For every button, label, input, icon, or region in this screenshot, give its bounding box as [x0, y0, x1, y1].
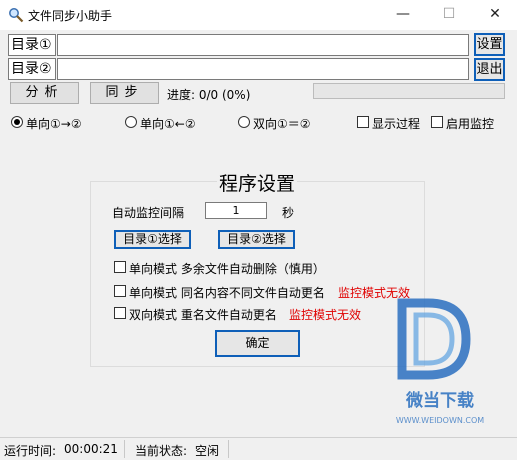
progress-text: 进度: 0/0 (0%): [167, 88, 251, 102]
option-warning-3: 监控模式无效: [289, 308, 362, 322]
interval-unit: 秒: [282, 206, 295, 220]
option-checkbox-3[interactable]: [114, 307, 126, 319]
minimize-button[interactable]: —: [381, 0, 425, 30]
minimize-icon: —: [396, 6, 410, 22]
mode-radio-1[interactable]: [11, 116, 23, 128]
state-label: 当前状态:: [135, 444, 188, 458]
analyze-button[interactable]: 分析: [10, 82, 79, 104]
state-value: 空闲: [195, 444, 220, 458]
enable-monitor-label: 启用监控: [446, 117, 495, 131]
radio-dot: [14, 119, 20, 125]
option-checkbox-1[interactable]: [114, 261, 126, 273]
interval-label: 自动监控间隔: [112, 206, 185, 220]
exit-button[interactable]: 退出: [474, 58, 505, 81]
option-label-2: 单向模式 同名内容不同文件自动更名: [129, 286, 325, 300]
run-time-label: 运行时间:: [4, 444, 57, 458]
progress-bar: [313, 83, 505, 99]
dir2-select-button[interactable]: 目录②选择: [218, 230, 295, 249]
watermark-name: 微当下载: [405, 390, 474, 411]
status-separator: [228, 440, 229, 458]
mode-radio-2[interactable]: [125, 116, 137, 128]
sync-button[interactable]: 同步: [90, 82, 159, 104]
option-checkbox-2[interactable]: [114, 285, 126, 297]
mode-radio-3[interactable]: [238, 116, 250, 128]
maximize-button[interactable]: ☐: [427, 0, 471, 30]
status-separator: [124, 440, 125, 458]
mode-label-2: 单向①←②: [140, 117, 196, 131]
option-label-3: 双向模式 重名文件自动更名: [129, 308, 277, 322]
mode-label-3: 双向①＝②: [253, 117, 311, 131]
maximize-icon: ☐: [442, 6, 456, 22]
dir2-label: 目录②: [8, 58, 56, 80]
option-label-1: 单向模式 多余文件自动删除（慎用）: [129, 262, 325, 276]
ok-button[interactable]: 确定: [215, 330, 300, 357]
weidown-watermark-logo: 微当下载 WWW.WEIDOWN.COM: [396, 298, 484, 425]
dir1-label: 目录①: [8, 34, 56, 56]
settings-button[interactable]: 设置: [474, 33, 505, 56]
enable-monitor-checkbox[interactable]: [431, 116, 443, 128]
show-process-checkbox[interactable]: [357, 116, 369, 128]
dir1-input[interactable]: [57, 34, 469, 56]
dir1-select-button[interactable]: 目录①选择: [114, 230, 191, 249]
dir2-input[interactable]: [57, 58, 469, 80]
show-process-label: 显示过程: [372, 117, 421, 131]
watermark-url: WWW.WEIDOWN.COM: [396, 416, 484, 425]
run-time-value: 00:00:21: [64, 442, 118, 456]
settings-title: 程序设置: [217, 169, 298, 196]
magnifier-icon: [9, 8, 24, 23]
window-title: 文件同步小助手: [28, 9, 113, 23]
interval-input[interactable]: 1: [205, 202, 267, 219]
close-icon: ✕: [489, 6, 501, 22]
mode-label-1: 单向①→②: [26, 117, 82, 131]
close-button[interactable]: ✕: [473, 0, 517, 30]
